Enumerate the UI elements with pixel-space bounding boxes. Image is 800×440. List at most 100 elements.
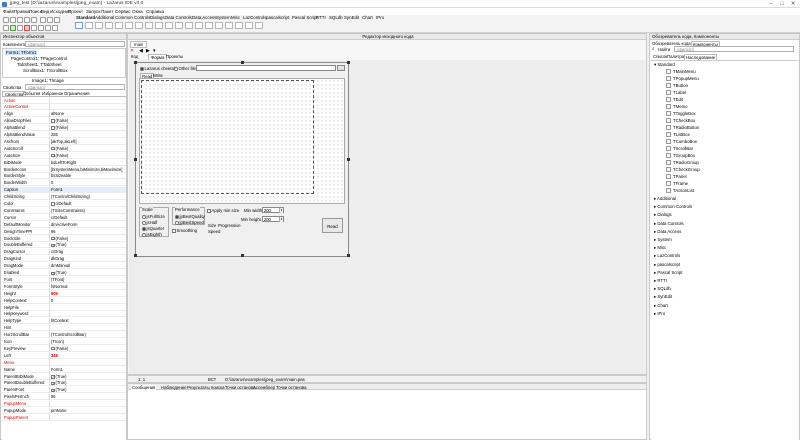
property-row[interactable]: Cursor crDefault	[2, 214, 126, 221]
component-item[interactable]: TButton	[666, 83, 688, 88]
toggle-form-icon[interactable]	[40, 17, 46, 23]
category-item[interactable]: ▸ RTTI	[654, 278, 667, 284]
properties-filter-input[interactable]: (фильтр)	[25, 84, 125, 90]
property-value[interactable]: (TIcon)	[51, 339, 124, 344]
property-row[interactable]: BiDiMode bdLeftToRight	[2, 159, 126, 166]
menu-package[interactable]: Пакет	[101, 9, 113, 14]
component-item[interactable]: TPanel	[666, 174, 687, 179]
palette-tab-pascalscript[interactable]: pascalscript	[266, 15, 289, 21]
category-item[interactable]: ▸ Common Controls	[654, 204, 692, 210]
property-row[interactable]: ParentFont (True)	[2, 386, 126, 394]
palette-tab-chart[interactable]: Chart	[362, 15, 373, 21]
tactionlist-icon[interactable]	[255, 22, 263, 29]
tab-search-results[interactable]: Результаты поиска	[187, 385, 224, 390]
browse-file-button[interactable]: …	[337, 65, 345, 71]
category-item[interactable]: ▸ LazControls	[654, 253, 680, 259]
property-value[interactable]: bsSizeable	[51, 173, 124, 178]
component-item[interactable]: TFrame	[666, 181, 688, 186]
property-value[interactable]: (False)	[51, 153, 124, 158]
menu-edit[interactable]: Правка	[14, 9, 30, 14]
component-item[interactable]: TLabel	[666, 90, 686, 95]
property-row[interactable]: DockSite (False)	[2, 235, 126, 242]
palette-tab-sqldb[interactable]: SQLdb	[329, 15, 343, 21]
property-value[interactable]: 348	[51, 353, 124, 358]
category-item[interactable]: ▸ Misc	[654, 245, 666, 251]
radio-other-file[interactable]: Other file	[174, 66, 196, 71]
property-row[interactable]: DragMode dmManual	[2, 262, 126, 270]
resize-handle-tr[interactable]	[347, 61, 350, 64]
min-height-spinedit[interactable]: 200 ⇕	[262, 216, 284, 222]
step-over-icon[interactable]	[38, 25, 44, 31]
category-item[interactable]: ▸ Dialogs	[654, 212, 672, 218]
palette-tab-rtti[interactable]: RTTI	[316, 15, 326, 21]
tree-item-form1[interactable]: Form1: TForm1	[5, 50, 38, 55]
component-item[interactable]: TEdit	[666, 97, 683, 102]
property-value[interactable]: bdLeftToRight	[51, 160, 124, 165]
property-row[interactable]: Constraints (TSizeConstraints)	[2, 207, 126, 214]
palette-tab-additional[interactable]: Additional	[95, 15, 114, 21]
editor-tab-main[interactable]: main	[130, 41, 148, 48]
palette-tab-pascal-script[interactable]: Pascal Script	[292, 15, 318, 21]
radio-jseighth[interactable]: jsEighth	[142, 232, 162, 237]
tmainmenu-icon[interactable]	[85, 22, 93, 29]
property-row[interactable]: Name Form1	[2, 366, 126, 373]
category-item[interactable]: ▸ Chart	[654, 303, 668, 309]
tree-item-pagecontrol1[interactable]: PageControl1: TPageControl	[11, 56, 67, 61]
radio-lazarus-cheetah[interactable]: Lazarus cheetah	[140, 66, 176, 71]
property-row[interactable]: Align alNone	[2, 110, 126, 118]
property-value[interactable]: (TControlChildSizing)	[51, 194, 124, 199]
tab-assembler[interactable]: Ассемблер	[253, 385, 275, 390]
property-value[interactable]: [biSystemMenu,biMinimize,biMaximize]	[51, 167, 124, 172]
palette-tab-standard[interactable]: Standard	[75, 15, 97, 21]
tab-projects[interactable]: Проекты	[166, 54, 183, 59]
palette-tab-system[interactable]: System	[216, 15, 231, 21]
checkbox-icon[interactable]	[51, 346, 55, 351]
resize-handle-tl[interactable]	[134, 61, 137, 64]
tradiogroup-icon[interactable]	[215, 22, 223, 29]
view-units-icon[interactable]	[47, 17, 53, 23]
read-button[interactable]: Read	[322, 218, 343, 233]
resize-handle-r[interactable]	[347, 158, 350, 161]
menu-view[interactable]: Вид	[41, 9, 49, 14]
property-row[interactable]: DoubleBuffered (True)	[2, 241, 126, 249]
palette-tab-synedit[interactable]: SynEdit	[344, 15, 359, 21]
checkbox-icon[interactable]	[51, 388, 55, 393]
tframe-icon[interactable]	[245, 22, 253, 29]
resize-handle-bl[interactable]	[134, 254, 137, 257]
category-item[interactable]: ▸ Additional	[654, 196, 676, 202]
property-row[interactable]: AutoScroll (False)	[2, 145, 126, 152]
property-value[interactable]: (TSizeConstraints)	[51, 208, 124, 213]
property-value[interactable]: 96	[51, 229, 124, 234]
tab-palette[interactable]: Палитра	[667, 54, 684, 59]
tlabel-icon[interactable]	[115, 22, 123, 29]
spin-icon[interactable]: ⇕	[279, 217, 283, 222]
tab-code[interactable]: Код	[131, 54, 138, 59]
property-row[interactable]: AutoSize (False)	[2, 152, 126, 159]
property-value[interactable]: (True)	[51, 380, 124, 386]
checkbox-icon[interactable]	[51, 271, 55, 275]
checkbox-icon[interactable]	[51, 119, 55, 123]
tree-item-tabsheet1[interactable]: TabSheet1: TTabSheet	[17, 62, 62, 67]
property-value[interactable]: (False)	[51, 236, 124, 241]
radio-jpbestquality[interactable]: jpBestQuality	[175, 214, 205, 219]
property-row[interactable]: DesignTimePPI 96	[2, 228, 126, 235]
components-find-input[interactable]: (фильтр)	[674, 46, 794, 52]
checkbox-icon[interactable]	[51, 381, 55, 386]
property-value[interactable]: crDefault	[51, 215, 124, 220]
new-form-icon[interactable]	[31, 17, 37, 23]
category-standard[interactable]: ▾ Standard	[654, 62, 675, 68]
category-item[interactable]: ▸ pascalscript	[654, 262, 680, 268]
checkbox-icon[interactable]	[51, 375, 55, 379]
radio-jsquarter[interactable]: jsQuarter	[142, 226, 164, 231]
property-row[interactable]: HorzScrollBar (TControlScrollBar)	[2, 331, 126, 339]
property-row[interactable]: AlphaBlend (False)	[2, 124, 126, 132]
radio-jshalf[interactable]: jsHalf	[142, 220, 157, 225]
palette-tab-data-controls[interactable]: Data Controls	[165, 15, 192, 21]
property-value[interactable]: clDefault	[51, 201, 124, 206]
property-value[interactable]: 96	[51, 394, 124, 399]
component-item[interactable]: TGroupBox	[666, 153, 695, 158]
checkbox-icon[interactable]	[51, 126, 55, 130]
property-row[interactable]: Caption Form1	[2, 186, 126, 194]
category-item[interactable]: ▸ Data Access	[654, 229, 681, 235]
property-row[interactable]: DefaultMonitor dmActiveForm	[2, 221, 126, 228]
